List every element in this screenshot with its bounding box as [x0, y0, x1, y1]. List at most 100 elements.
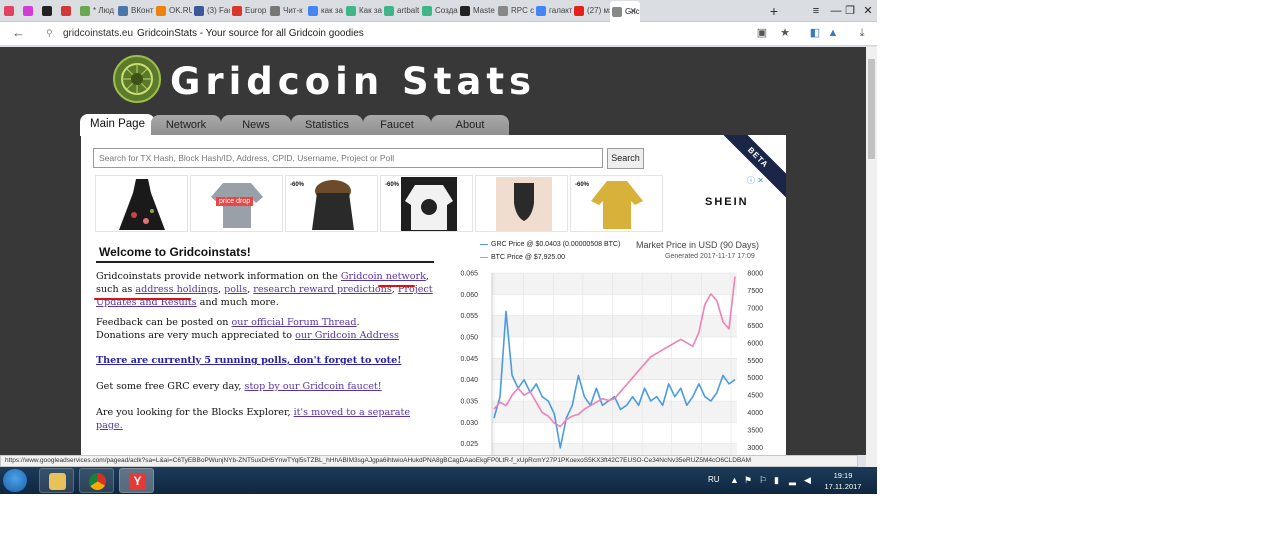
search-button[interactable]: Search [607, 148, 644, 169]
page-info-icon[interactable]: ⚲ [46, 28, 53, 39]
nav-about[interactable]: About [431, 115, 509, 136]
shein-brand[interactable]: SHEIN [705, 196, 749, 208]
explorer-taskbar-button[interactable] [39, 468, 74, 493]
volume-icon[interactable]: ◀ [804, 475, 811, 486]
nav-faucet[interactable]: Faucet [363, 115, 431, 136]
yandex-taskbar-button[interactable]: Y [119, 468, 154, 493]
browser-tab[interactable]: artbalt [382, 2, 420, 20]
browser-tab[interactable]: как за [306, 2, 344, 20]
feedback-text: Feedback can be posted on [96, 317, 232, 328]
browser-tab[interactable] [59, 2, 78, 20]
adchoices-icon[interactable]: ⓘ ✕ [747, 175, 764, 186]
forum-thread-link[interactable]: our official Forum Thread [231, 317, 356, 328]
y-right-tick-label: 4500 [747, 393, 763, 400]
tray-app-icon[interactable]: ⚑ [744, 475, 752, 486]
flag-icon[interactable]: ⚐ [759, 475, 767, 486]
y-right-tick-label: 8000 [747, 271, 763, 278]
tab-label: ВКонт [131, 6, 154, 15]
ad-product-top[interactable]: -60% [570, 175, 663, 232]
reader-icon[interactable]: ▣ [755, 26, 769, 40]
tab-label: Чит-к [283, 6, 303, 15]
tab-label: Как за [359, 6, 382, 15]
browser-tab[interactable]: (27) мэ [572, 2, 610, 20]
tab-favicon-icon [346, 5, 356, 16]
y-left-tick-label: 0.040 [460, 377, 478, 384]
polls-link[interactable]: polls [224, 284, 247, 295]
browser-tab[interactable] [21, 2, 40, 20]
red-underline [94, 298, 191, 300]
search-input[interactable]: Search for TX Hash, Block Hash/ID, Addre… [93, 148, 603, 168]
gridcoin-logo [113, 55, 161, 103]
browser-tab-strip: * Люд ВКонт OK.RU (3) Fac Europ Чит-к как за Ка… [0, 0, 877, 22]
nav-news[interactable]: News [221, 115, 291, 136]
page-scrollbar[interactable] [866, 47, 877, 467]
browser-tab[interactable]: ВКонт [116, 2, 154, 20]
ad-product-jacket[interactable]: -60% [285, 175, 378, 232]
nav-statistics[interactable]: Statistics [291, 115, 363, 136]
nav-network[interactable]: Network [151, 115, 221, 136]
tab-favicon-icon [232, 5, 242, 16]
feedback-paragraph: Feedback can be posted on our official F… [96, 316, 436, 342]
browser-tab[interactable]: * Люд [78, 2, 116, 20]
browser-tab[interactable]: (3) Fac [192, 2, 230, 20]
download-icon[interactable]: ⤓ [855, 26, 869, 40]
welcome-heading: Welcome to Gridcoinstats! [99, 245, 251, 259]
browser-tab[interactable]: Чит-к [268, 2, 306, 20]
y-left-tick-label: 0.050 [460, 335, 478, 342]
ad-product-sweater[interactable]: price drop [190, 175, 283, 232]
bookmark-star-icon[interactable]: ★ [778, 26, 792, 40]
browser-tab[interactable]: RPC co [496, 2, 534, 20]
browser-tab[interactable]: Europ [230, 2, 268, 20]
gridcoin-address-link[interactable]: our Gridcoin Address [295, 330, 399, 341]
browser-tab[interactable]: Как за [344, 2, 382, 20]
y-right-tick-label: 3500 [747, 428, 763, 435]
network-icon[interactable]: ▂ [789, 475, 796, 486]
tab-label: как за [321, 6, 343, 15]
heading-divider [96, 261, 434, 263]
tab-favicon-icon [536, 5, 546, 16]
chrome-taskbar-button[interactable] [79, 468, 114, 493]
address-holdings-link[interactable]: address holdings [135, 284, 218, 295]
url-page-title[interactable]: GridcoinStats - Your source for all Grid… [137, 28, 364, 39]
keyboard-language[interactable]: RU [708, 475, 720, 484]
browser-tab[interactable]: галакт [534, 2, 572, 20]
tab-label: Europ [245, 6, 267, 15]
faucet-link[interactable]: stop by our Gridcoin faucet! [245, 381, 382, 392]
browser-tab[interactable] [40, 2, 59, 20]
y-right-tick-label: 7500 [747, 288, 763, 295]
browser-tab[interactable]: Maste [458, 2, 496, 20]
ad-banner[interactable]: price drop -60% -60% -60% ⓘ ✕ SHEIN [95, 175, 770, 233]
back-arrow-icon[interactable]: ← [12, 25, 25, 40]
research-reward-link[interactable]: research reward predictions [253, 284, 392, 295]
browser-tab[interactable]: OK.RU [154, 2, 192, 20]
browser-tab[interactable]: Gric ✕ [610, 1, 640, 22]
tab-favicon-icon [460, 5, 470, 16]
protect-icon[interactable]: ▲ [826, 26, 840, 40]
gridcoin-network-link[interactable]: Gridcoin network [341, 271, 426, 282]
ad-product-hoodie[interactable]: -60% [380, 175, 473, 232]
running-polls-link[interactable]: There are currently 5 running polls, don… [96, 355, 401, 366]
scrollbar-thumb[interactable] [868, 59, 875, 159]
close-tab-icon[interactable]: ✕ [629, 1, 637, 22]
tray-expand-icon[interactable]: ▲ [730, 475, 739, 485]
menu-icon[interactable]: ≡ [806, 2, 826, 20]
screen: * Люд ВКонт OK.RU (3) Fac Europ Чит-к как за Ка… [0, 0, 877, 494]
new-tab-button[interactable]: + [766, 2, 782, 20]
system-clock[interactable]: 19:19 17.11.2017 [818, 470, 868, 492]
faucet-paragraph: Get some free GRC every day, stop by our… [96, 380, 436, 393]
tab-favicon-icon [194, 5, 204, 16]
browser-tab[interactable]: Созда [420, 2, 458, 20]
restore-icon[interactable]: ❐ [840, 2, 860, 20]
discount-badge: -60% [385, 182, 400, 188]
nav-main-page[interactable]: Main Page [80, 114, 155, 136]
battery-icon[interactable]: ▮ [774, 475, 779, 486]
feedback-text: Donations are very much appreciated to [96, 330, 296, 341]
ad-product-swimsuit[interactable] [475, 175, 568, 232]
close-window-icon[interactable]: ✕ [858, 2, 877, 20]
browser-tab[interactable] [2, 2, 21, 20]
ad-product-dress[interactable] [95, 175, 188, 232]
start-button[interactable] [3, 469, 27, 492]
intro-text: such as [96, 284, 136, 295]
url-domain[interactable]: gridcoinstats.eu [63, 28, 133, 39]
translate-icon[interactable]: ◧ [808, 26, 822, 40]
